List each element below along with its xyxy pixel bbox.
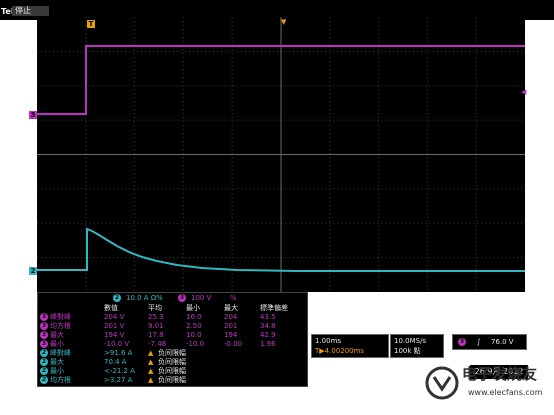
trigger-source-badge: 3: [458, 338, 466, 346]
row-label: 最大: [50, 358, 64, 366]
row-label: 最大: [50, 331, 64, 339]
row-status: 负间限幅: [158, 349, 186, 357]
trigger-time-arrow-icon: ▼: [281, 18, 287, 26]
ch3-scale: 100 V: [191, 294, 212, 302]
graticule-and-waveforms: [37, 17, 525, 292]
trigger-delay: T▶4.00200ms: [315, 347, 365, 355]
watermark-logo: 电子发烧友 www.elecfans.com: [420, 355, 552, 411]
row-value: 70.4 A: [104, 358, 127, 366]
row-mean: -7.48: [148, 340, 167, 348]
row-mean: 9.01: [148, 322, 164, 330]
row-status: 负间限幅: [158, 376, 186, 384]
row-value: <-21.2 A: [104, 367, 135, 375]
trigger-level: 76.0 V: [491, 338, 514, 346]
row-min: 2.50: [186, 322, 202, 330]
col-header-max: 最大: [224, 304, 238, 312]
row-mean: 25.3: [148, 313, 164, 321]
row-max: 201: [224, 322, 238, 330]
row-stddev: 1.96: [260, 340, 276, 348]
sample-rate: 10.0MS/s: [394, 337, 427, 345]
row-stddev: 34.8: [260, 322, 276, 330]
time-per-div: 1.00ms: [315, 337, 342, 345]
row-label: 最小: [50, 367, 64, 375]
row-value: >3.27 A: [104, 376, 133, 384]
col-header-stddev: 標準偏差: [260, 304, 288, 312]
trigger-position-marker[interactable]: T: [87, 20, 95, 28]
row-label: 最小: [50, 340, 64, 348]
watermark-text: 电子发烧友: [462, 365, 538, 383]
trigger-settings-box[interactable]: 3 ∫ 76.0 V: [452, 334, 527, 350]
ch3-badge: 3: [178, 294, 186, 302]
row-status: 负间限幅: [158, 358, 186, 366]
warning-icon: ▲: [148, 358, 154, 366]
row-value: 194 V: [104, 331, 125, 339]
waveform-display[interactable]: [37, 17, 525, 292]
warning-icon: ▲: [148, 349, 154, 357]
row-ch-badge: 2: [40, 358, 48, 366]
trigger-level-arrow-icon: ◀: [521, 88, 527, 96]
row-status: 负间限幅: [158, 367, 186, 375]
row-ch-badge: 3: [40, 340, 48, 348]
row-label: 峰對峰: [50, 313, 71, 321]
row-max: 204: [224, 313, 238, 321]
row-ch-badge: 3: [40, 313, 48, 321]
trigger-slope-icon: ∫: [477, 338, 481, 346]
timebase-box[interactable]: 1.00ms T▶4.00200ms: [311, 334, 389, 358]
warning-icon: ▲: [148, 376, 154, 384]
ch2-badge: 2: [113, 294, 121, 302]
acquisition-status[interactable]: 停止: [12, 6, 49, 16]
record-length: 100k 點: [394, 347, 421, 355]
row-stddev: 43.5: [260, 313, 276, 321]
col-header-mean: 平均: [148, 304, 162, 312]
row-ch-badge: 3: [40, 322, 48, 330]
row-label: 均方根: [50, 322, 71, 330]
row-min: 16.0: [186, 313, 202, 321]
row-ch-badge: 2: [40, 376, 48, 384]
row-label: 峰對峰: [50, 349, 71, 357]
channel-scale-header: 2 10.0 A Ω% 3 100 V %: [38, 293, 307, 303]
row-mean: 17.8: [148, 331, 164, 339]
row-ch-badge: 2: [40, 349, 48, 357]
col-header-value: 數值: [104, 304, 118, 312]
row-value: 204 V: [104, 313, 125, 321]
row-ch-badge: 2: [40, 367, 48, 375]
oscilloscope-screenshot: Tek 停止 T ▼ 3 2 ◀ 2 10.0 A Ω% 3 100 V % 數…: [0, 0, 554, 415]
row-max: 194: [224, 331, 238, 339]
row-value: -10.0 V: [104, 340, 130, 348]
col-header-min: 最小: [186, 304, 200, 312]
ch2-ground-marker[interactable]: 2: [29, 267, 37, 275]
row-value: >91.6 A: [104, 349, 133, 357]
ch3-ground-marker[interactable]: 3: [29, 111, 37, 119]
ch2-scale: 10.0 A Ω%: [126, 294, 163, 302]
row-min: 10.0: [186, 331, 202, 339]
row-max: -0.00: [224, 340, 243, 348]
scale-extra: %: [230, 294, 237, 302]
row-ch-badge: 3: [40, 331, 48, 339]
warning-icon: ▲: [148, 367, 154, 375]
row-label: 均方根: [50, 376, 71, 384]
row-value: 201 V: [104, 322, 125, 330]
watermark-url: www.elecfans.com: [468, 388, 543, 397]
row-stddev: 42.9: [260, 331, 276, 339]
row-min: -10.0: [186, 340, 205, 348]
measurement-panel: 2 10.0 A Ω% 3 100 V % 數值 平均 最小 最大 標準偏差 3…: [37, 292, 308, 387]
